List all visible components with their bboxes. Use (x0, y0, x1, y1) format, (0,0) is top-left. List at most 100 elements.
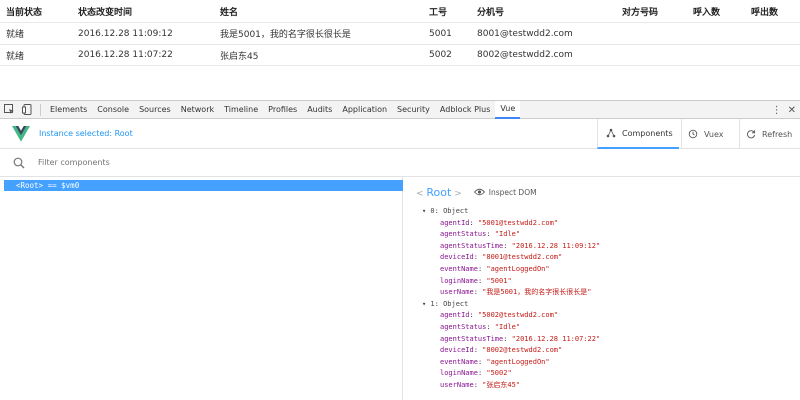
tree-node-root[interactable]: <Root> == $vm0 (4, 180, 403, 191)
agent-status-table: 当前状态 状态改变时间 姓名 工号 分机号 对方号码 呼入数 呼出数 就绪 20… (0, 0, 800, 100)
table-cell: 8001@testwdd2.com (477, 28, 573, 39)
property-key: loginName (440, 276, 478, 285)
component-inspector: < Root > Inspect DOM ▾ 0: Object agentId:… (404, 177, 800, 400)
property-key: userName (440, 380, 474, 389)
root-label: Root (426, 185, 452, 199)
property-row: eventName: "agentLoggedOn" (440, 357, 550, 366)
property-row: deviceId: "8001@testwdd2.com" (440, 253, 563, 262)
refresh-icon (747, 130, 756, 139)
filter-bar (0, 149, 800, 177)
column-header: 状态改变时间 (78, 7, 133, 18)
property-row: agentId: "5002@testwdd2.com" (440, 311, 559, 320)
table-cell: 8002@testwdd2.com (477, 50, 573, 60)
eye-icon (473, 188, 485, 196)
column-header: 当前状态 (6, 7, 43, 18)
property-key: agentId (440, 311, 470, 320)
search-icon (13, 157, 25, 168)
property-row: userName: "我是5001，我的名字很长很长是" (440, 288, 592, 297)
property-value: "2016.12.28 11:07:22" (511, 334, 601, 343)
property-value: "5002@testwdd2.com" (477, 311, 559, 320)
filter-components-input[interactable] (38, 158, 238, 167)
column-header: 姓名 (220, 7, 239, 18)
devtools-tabbar: Elements Console Sources Network Timelin… (0, 100, 800, 119)
property-value: "5001" (486, 276, 512, 285)
selected-component-name: < Root > (416, 185, 462, 199)
column-header: 呼出数 (751, 7, 779, 18)
property-row: deviceId: "8002@testwdd2.com" (440, 346, 563, 355)
close-icon[interactable]: ✕ (788, 105, 796, 116)
inspect-dom-button[interactable]: Inspect DOM (473, 187, 537, 197)
tab-adblock-plus[interactable]: Adblock Plus (435, 101, 495, 119)
inspect-element-icon[interactable] (0, 101, 18, 119)
property-key: eventName (440, 264, 478, 273)
vue-toolbar: Instance selected: Root Components Vuex … (0, 119, 800, 149)
inspector-header: < Root > Inspect DOM (404, 177, 800, 207)
property-value: "agentLoggedOn" (486, 264, 550, 273)
refresh-button[interactable]: Refresh (739, 119, 800, 149)
tab-vue[interactable]: Vue (495, 100, 521, 119)
property-row: userName: "张启东45" (440, 380, 521, 389)
property-row: agentId: "5001@testwdd2.com" (440, 218, 559, 227)
table-cell: 2016.12.28 11:07:22 (78, 50, 173, 60)
property-key: agentStatusTime (440, 334, 504, 343)
column-header: 工号 (429, 7, 448, 18)
tab-sources[interactable]: Sources (134, 101, 176, 119)
tab-timeline[interactable]: Timeline (219, 101, 263, 119)
property-row: agentStatus: "Idle" (440, 322, 521, 331)
property-row: agentStatusTime: "2016.12.28 11:07:22" (440, 334, 601, 343)
refresh-label: Refresh (762, 129, 793, 139)
property-value: "我是5001，我的名字很长很长是" (482, 288, 592, 297)
column-header: 呼入数 (693, 7, 721, 18)
components-icon (606, 128, 616, 138)
column-header: 分机号 (477, 7, 505, 18)
tab-vuex[interactable]: Vuex (681, 119, 737, 149)
components-label: Components (622, 128, 673, 138)
tab-elements[interactable]: Elements (45, 101, 92, 119)
tab-application[interactable]: Application (337, 101, 392, 119)
property-row: loginName: "5002" (440, 369, 512, 378)
property-key: agentStatus (440, 230, 487, 239)
property-value: "8001@testwdd2.com" (482, 253, 563, 262)
object-node-header[interactable]: ▾ 0: Object (404, 206, 800, 218)
property-key: agentId (440, 218, 470, 227)
vue-logo-icon (12, 125, 30, 142)
property-key: agentStatus (440, 322, 487, 331)
property-row: agentStatusTime: "2016.12.28 11:09:12" (440, 241, 601, 250)
tab-profiles[interactable]: Profiles (263, 101, 302, 119)
property-key: deviceId (440, 346, 474, 355)
tab-console[interactable]: Console (92, 101, 134, 119)
tab-network[interactable]: Network (176, 101, 219, 119)
table-cell: 张启东45 (220, 51, 259, 62)
table-row: 就绪 2016.12.28 11:07:22 张启东45 5002 8002@t… (0, 44, 800, 66)
property-value: "agentLoggedOn" (486, 357, 550, 366)
property-value: "Idle" (494, 230, 521, 239)
history-icon (688, 129, 698, 139)
property-value: "8002@testwdd2.com" (482, 346, 563, 355)
table-cell: 我是5001，我的名字很长很长是 (220, 30, 351, 40)
vuex-label: Vuex (704, 129, 724, 139)
object-node-header[interactable]: ▾ 1: Object (404, 299, 800, 311)
column-header: 对方号码 (622, 7, 659, 18)
property-row: eventName: "agentLoggedOn" (440, 264, 550, 273)
instance-selected-label: Instance selected: Root (39, 129, 133, 138)
table-cell: 就绪 (6, 51, 25, 62)
property-value: "2016.12.28 11:09:12" (511, 241, 601, 250)
table-cell: 2016.12.28 11:09:12 (78, 28, 173, 39)
property-value: "Idle" (494, 322, 521, 331)
property-value: "张启东45" (482, 380, 521, 389)
device-toolbar-icon[interactable] (18, 101, 36, 119)
inspect-dom-label: Inspect DOM (488, 187, 537, 197)
component-tree: <Root> == $vm0 (0, 177, 403, 400)
more-options-icon[interactable]: ⋮ (772, 105, 782, 116)
property-key: deviceId (440, 253, 474, 262)
table-header: 当前状态 状态改变时间 姓名 工号 分机号 对方号码 呼入数 呼出数 (0, 0, 800, 22)
table-cell: 5001 (429, 28, 452, 39)
property-key: agentStatusTime (440, 241, 504, 250)
property-row: agentStatus: "Idle" (440, 230, 521, 239)
table-cell: 5002 (429, 50, 452, 60)
tab-components[interactable]: Components (597, 119, 679, 149)
tab-audits[interactable]: Audits (302, 101, 337, 119)
property-key: loginName (440, 369, 478, 378)
devtools-controls: ⋮ ✕ (772, 101, 796, 119)
tab-security[interactable]: Security (392, 101, 435, 119)
